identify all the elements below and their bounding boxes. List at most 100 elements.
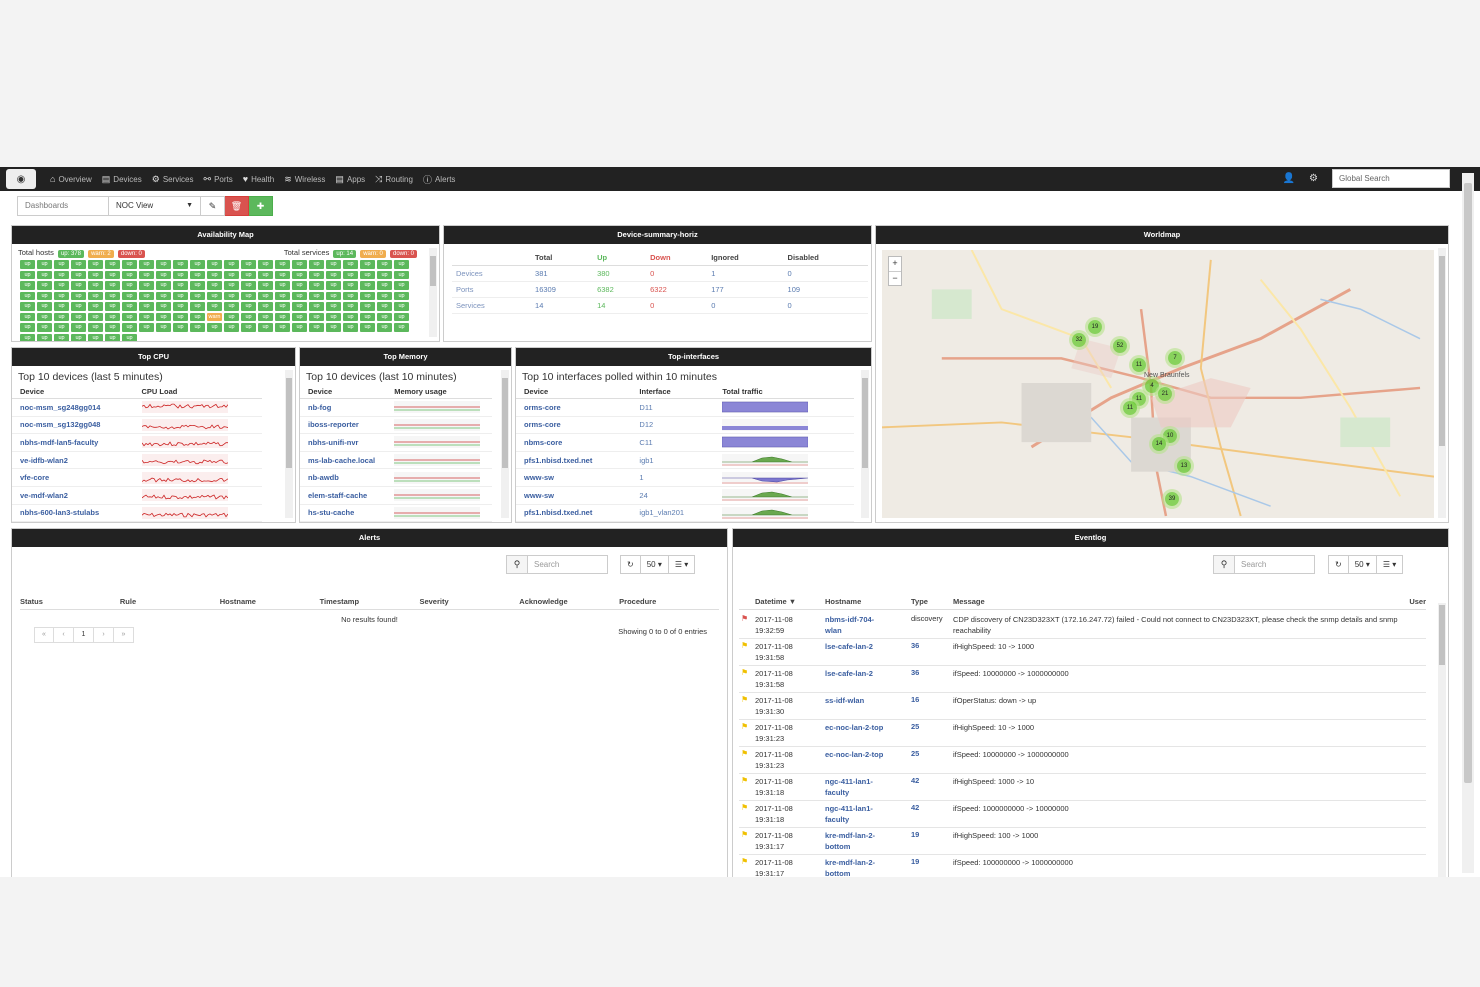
map-cluster-marker[interactable]: 13 <box>1177 459 1191 473</box>
event-hostname-link[interactable]: ss-idf-wlan <box>825 695 911 719</box>
host-tile[interactable]: up <box>394 323 409 332</box>
sparkline-graph[interactable] <box>722 506 809 519</box>
device-link[interactable]: ve-idfb-wlan2 <box>12 451 134 470</box>
host-tile[interactable]: up <box>241 291 256 300</box>
host-tile[interactable]: up <box>224 291 239 300</box>
gear-icon[interactable]: ⚙ <box>1309 173 1318 184</box>
device-link[interactable]: www-sw <box>516 486 632 505</box>
refresh-button[interactable]: ↻ <box>1328 555 1349 574</box>
sparkline-graph[interactable] <box>141 489 228 502</box>
host-tile[interactable]: up <box>88 312 103 321</box>
host-tile[interactable]: up <box>224 270 239 279</box>
host-tile[interactable]: up <box>71 333 86 341</box>
host-tile[interactable]: up <box>37 291 52 300</box>
host-tile[interactable]: up <box>258 291 273 300</box>
summary-cell[interactable]: 0 <box>646 297 708 314</box>
host-tile[interactable]: up <box>343 281 358 290</box>
sparkline-graph[interactable] <box>141 471 228 484</box>
host-tile[interactable]: up <box>71 281 86 290</box>
column-header[interactable]: Procedure <box>619 597 719 606</box>
scrollbar[interactable] <box>285 370 293 518</box>
host-tile[interactable]: up <box>54 302 69 311</box>
host-tile[interactable]: up <box>394 291 409 300</box>
nav-item-alerts[interactable]: ⓘ Alerts <box>423 173 455 186</box>
sparkline-graph[interactable] <box>394 506 481 519</box>
host-tile[interactable]: up <box>190 323 205 332</box>
column-header-message[interactable]: Message <box>953 597 1406 606</box>
event-type[interactable]: 42 <box>911 776 953 800</box>
host-tile[interactable]: up <box>20 270 35 279</box>
host-tile[interactable]: up <box>173 302 188 311</box>
column-header[interactable]: Hostname <box>220 597 320 606</box>
host-tile[interactable]: up <box>309 302 324 311</box>
nav-item-health[interactable]: ♥ Health <box>243 173 274 186</box>
map-cluster-marker[interactable]: 39 <box>1165 492 1179 506</box>
summary-cell[interactable]: 14 <box>593 297 647 314</box>
summary-cell[interactable]: 177 <box>707 281 784 298</box>
host-tile[interactable]: up <box>207 270 222 279</box>
host-tile[interactable]: up <box>173 270 188 279</box>
host-tile[interactable]: up <box>190 260 205 269</box>
event-hostname-link[interactable]: kre-mdf-lan-2- bottom <box>825 830 911 854</box>
host-tile[interactable]: up <box>105 270 120 279</box>
host-tile[interactable]: up <box>360 270 375 279</box>
host-tile[interactable]: up <box>190 291 205 300</box>
host-tile[interactable]: up <box>326 281 341 290</box>
librenms-logo[interactable]: ◉ <box>6 169 36 189</box>
host-tile[interactable]: up <box>173 281 188 290</box>
scrollbar[interactable] <box>861 370 869 518</box>
host-tile[interactable]: up <box>207 302 222 311</box>
host-tile[interactable]: up <box>326 291 341 300</box>
user-icon[interactable]: 👤 <box>1283 173 1295 184</box>
host-tile[interactable]: up <box>241 281 256 290</box>
host-tile[interactable]: up <box>309 260 324 269</box>
host-tile[interactable]: up <box>292 260 307 269</box>
host-tile[interactable]: up <box>275 312 290 321</box>
summary-cell[interactable]: 1 <box>707 265 784 282</box>
host-tile[interactable]: up <box>292 281 307 290</box>
sparkline-graph[interactable] <box>722 471 809 484</box>
pager-button[interactable]: ‹ <box>54 627 74 643</box>
host-tile[interactable]: up <box>275 270 290 279</box>
map-cluster-marker[interactable]: 32 <box>1072 333 1086 347</box>
sparkline-graph[interactable] <box>141 418 228 431</box>
device-link[interactable]: nbhs-unifi-nvr <box>300 433 387 452</box>
host-tile[interactable]: up <box>360 302 375 311</box>
host-tile[interactable]: up <box>292 312 307 321</box>
host-tile[interactable]: up <box>88 281 103 290</box>
event-hostname-link[interactable]: ec-noc-lan-2-top <box>825 749 911 773</box>
host-tile[interactable]: up <box>394 312 409 321</box>
column-header[interactable]: Severity <box>419 597 519 606</box>
host-tile[interactable]: up <box>71 312 86 321</box>
host-tile[interactable]: up <box>88 291 103 300</box>
host-tile[interactable]: up <box>190 270 205 279</box>
host-tile[interactable]: up <box>139 323 154 332</box>
host-tile[interactable]: up <box>122 291 137 300</box>
sparkline-graph[interactable] <box>722 418 809 431</box>
host-tile[interactable]: up <box>156 270 171 279</box>
column-header-datetime[interactable]: Datetime ▼ <box>755 597 825 606</box>
host-tile[interactable]: up <box>394 281 409 290</box>
sparkline-graph[interactable] <box>141 506 228 519</box>
device-link[interactable]: vfe-core <box>12 468 134 487</box>
summary-cell[interactable]: 6322 <box>646 281 708 298</box>
host-tile[interactable]: up <box>190 302 205 311</box>
sparkline-graph[interactable] <box>141 401 228 414</box>
summary-cell[interactable]: 0 <box>646 265 708 282</box>
host-tile[interactable]: up <box>54 270 69 279</box>
device-link[interactable]: iboss-reporter <box>300 416 387 435</box>
event-hostname-link[interactable]: ngc-411-lan1- faculty <box>825 776 911 800</box>
scrollbar[interactable] <box>1438 603 1446 883</box>
host-tile[interactable]: up <box>377 302 392 311</box>
add-widget-button[interactable]: ✚ <box>249 196 273 216</box>
pager-button[interactable]: » <box>114 627 134 643</box>
host-tile[interactable]: up <box>207 323 222 332</box>
host-tile[interactable]: up <box>139 291 154 300</box>
host-tile[interactable]: up <box>360 281 375 290</box>
device-link[interactable]: noc-msm_sg248gg014 <box>12 398 134 417</box>
device-link[interactable]: www-sw <box>516 468 632 487</box>
host-tile[interactable]: up <box>88 323 103 332</box>
host-tile[interactable]: up <box>343 302 358 311</box>
hosts-up-badge[interactable]: up: 378 <box>57 250 84 258</box>
scrollbar[interactable] <box>429 248 437 337</box>
